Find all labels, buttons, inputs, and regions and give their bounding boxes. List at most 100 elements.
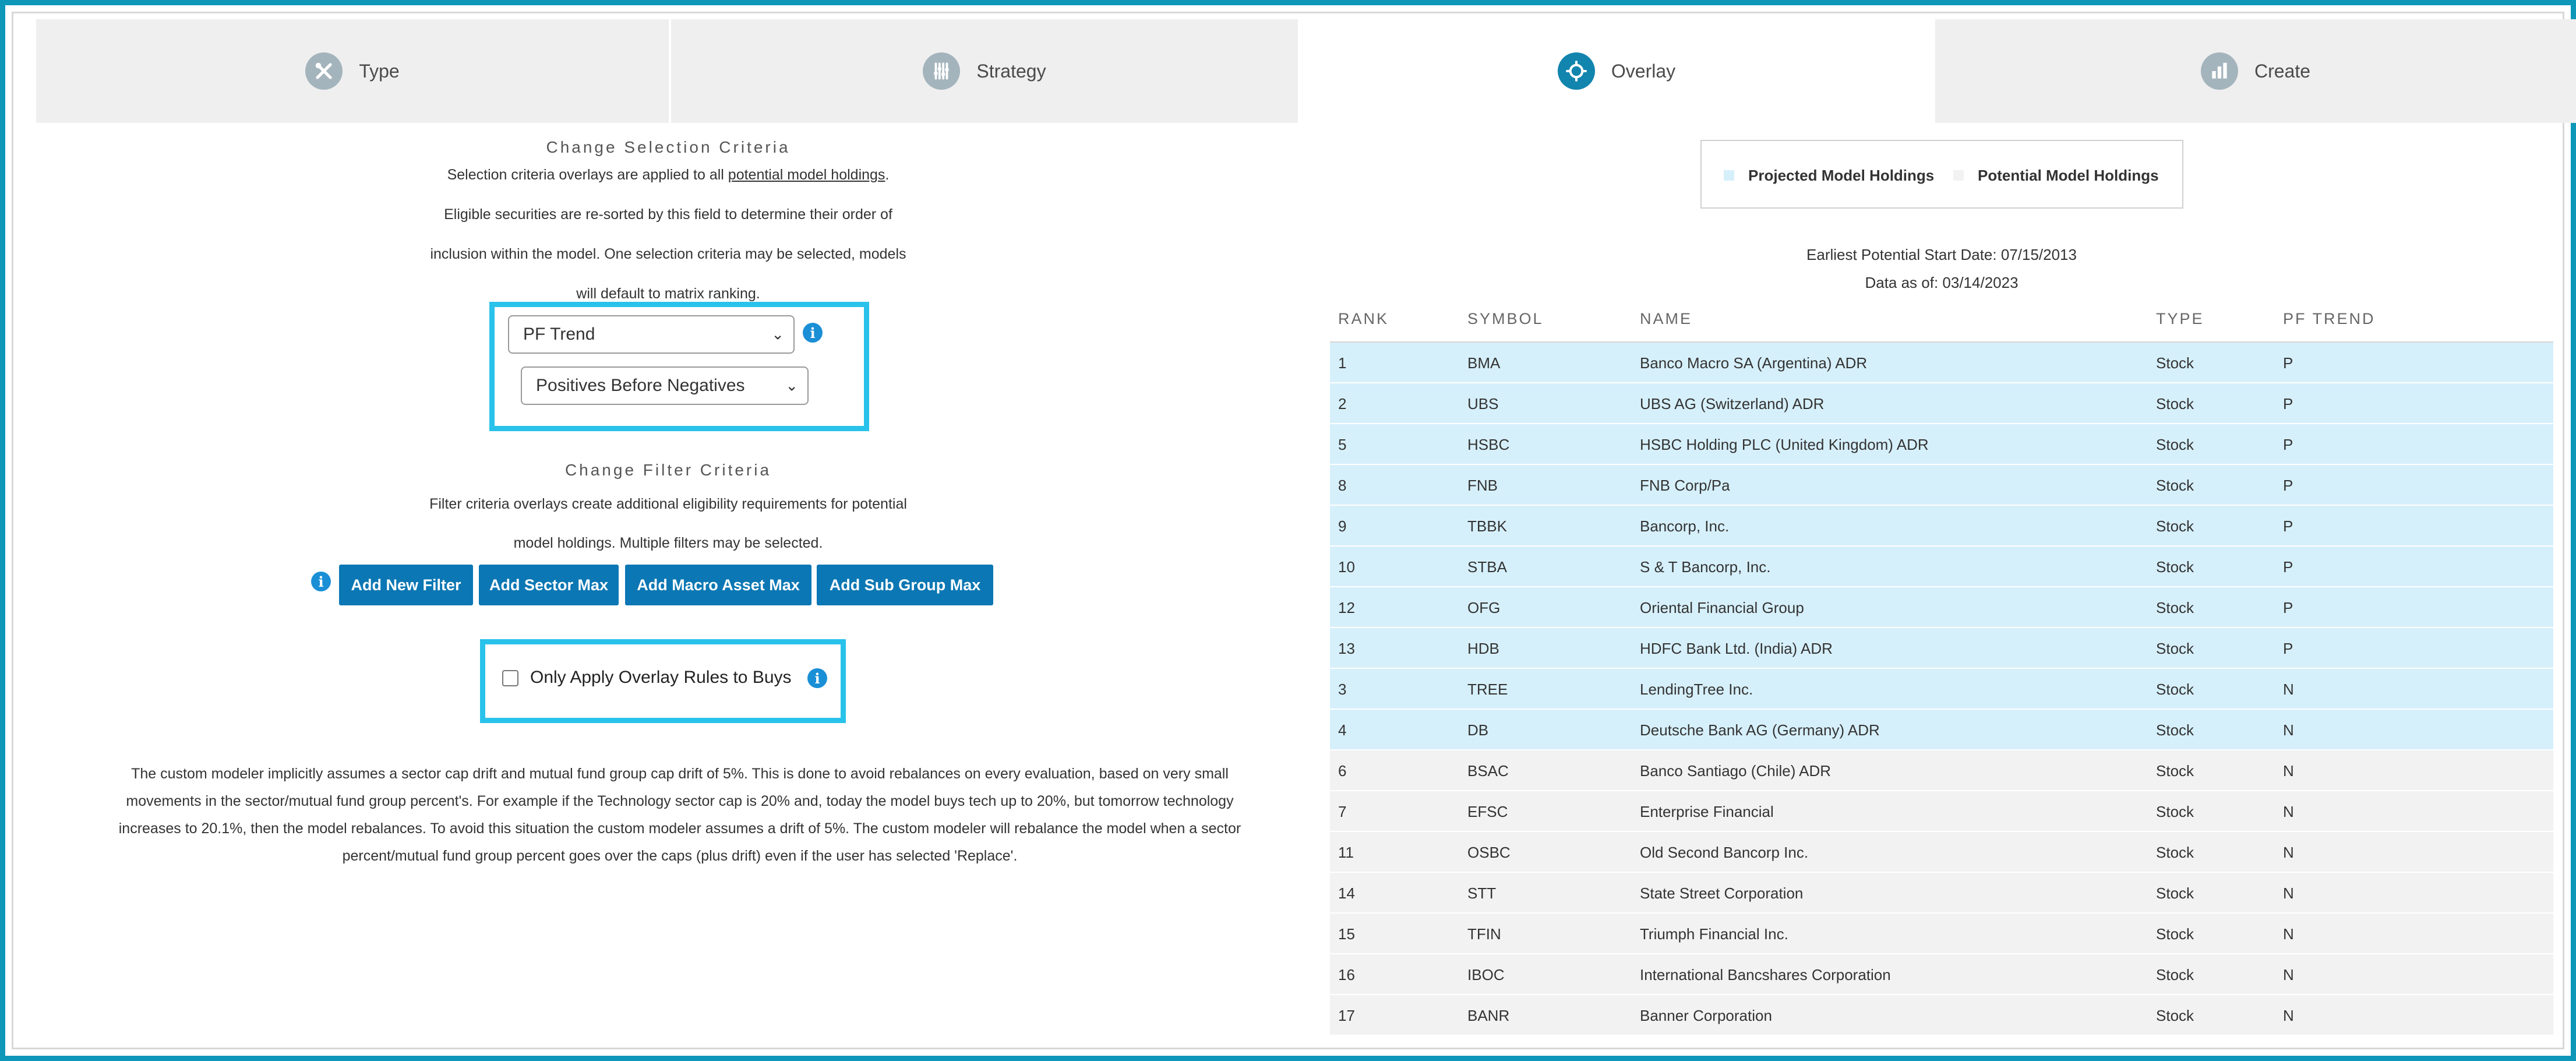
table-row[interactable]: 16 IBOC International Bancshares Corporati… (1330, 954, 2553, 995)
table-row[interactable]: 6 BSAC Banco Santiago (Chile) ADR Stock N (1330, 750, 2553, 791)
cell-symbol: STBA (1467, 558, 1507, 576)
cell-rank: 8 (1338, 477, 1347, 494)
cell-symbol: TFIN (1467, 925, 1501, 943)
chevron-down-icon: ⌄ (771, 325, 784, 343)
info-icon[interactable]: i (807, 668, 827, 688)
table-row[interactable]: 4 DB Deutsche Bank AG (Germany) ADR Stock N (1330, 710, 2553, 750)
filter-criteria-title: Change Filter Criteria (564, 461, 772, 479)
cell-rank: 10 (1338, 558, 1355, 576)
table-row[interactable]: 15 TFIN Triumph Financial Inc. Stock N (1330, 914, 2553, 954)
add-sub-group-max-button[interactable]: Add Sub Group Max (817, 565, 993, 605)
col-pf-trend[interactable]: PF TREND (2283, 310, 2376, 328)
add-new-filter-button[interactable]: Add New Filter (339, 565, 473, 605)
cell-name: State Street Corporation (1640, 884, 1804, 902)
col-rank[interactable]: RANK (1338, 310, 1389, 328)
table-row[interactable]: 10 STBA S & T Bancorp, Inc. Stock P (1330, 547, 2553, 587)
selection-criteria-value: PF Trend (523, 325, 595, 344)
table-header: RANK SYMBOL NAME TYPE PF TREND (1330, 297, 2553, 343)
table-row[interactable]: 7 EFSC Enterprise Financial Stock N (1330, 791, 2553, 832)
drift-note-line1: The custom modeler implicitly assumes a … (131, 766, 1229, 782)
col-symbol[interactable]: SYMBOL (1467, 310, 1544, 328)
cell-type: Stock (2156, 395, 2194, 413)
start-date: Earliest Potential Start Date: 07/15/201… (1806, 246, 2077, 263)
table-row[interactable]: 5 HSBC HSBC Holding PLC (United Kingdom) A… (1330, 424, 2553, 465)
cell-name: Deutsche Bank AG (Germany) ADR (1640, 721, 1880, 739)
add-macro-asset-max-button[interactable]: Add Macro Asset Max (625, 565, 811, 605)
table-row[interactable]: 14 STT State Street Corporation Stock N (1330, 873, 2553, 914)
table-row[interactable]: 1 BMA Banco Macro SA (Argentina) ADR Stock P (1330, 343, 2553, 383)
cell-type: Stock (2156, 640, 2194, 657)
table-row[interactable]: 8 FNB FNB Corp/Pa Stock P (1330, 465, 2553, 506)
cell-name: Enterprise Financial (1640, 803, 1774, 820)
cell-pf-trend: P (2283, 395, 2293, 413)
table-row[interactable]: 3 TREE LendingTree Inc. Stock N (1330, 669, 2553, 710)
cell-symbol: HDB (1467, 640, 1499, 657)
cell-pf-trend: P (2283, 354, 2293, 372)
tab-overlay[interactable]: Overlay (1300, 19, 1935, 123)
selection-criteria-dropdown[interactable]: PF Trend ⌄ (508, 315, 795, 354)
tab-type[interactable]: Type (36, 19, 671, 123)
cell-name: FNB Corp/Pa (1640, 477, 1730, 494)
cell-rank: 2 (1338, 395, 1347, 413)
cell-pf-trend: N (2283, 884, 2294, 902)
table-row[interactable]: 12 OFG Oriental Financial Group Stock P (1330, 587, 2553, 628)
table-row[interactable]: 11 OSBC Old Second Bancorp Inc. Stock N (1330, 832, 2553, 873)
cell-pf-trend: N (2283, 1007, 2294, 1024)
wizard-tabs: Type Strategy Overlay Create (36, 19, 2576, 123)
table-row[interactable]: 13 HDB HDFC Bank Ltd. (India) ADR Stock P (1330, 628, 2553, 669)
cell-pf-trend: N (2283, 762, 2294, 780)
cell-type: Stock (2156, 354, 2194, 372)
cell-type: Stock (2156, 762, 2194, 780)
projected-swatch (1724, 170, 1734, 181)
cell-rank: 13 (1338, 640, 1355, 657)
chevron-down-icon: ⌄ (785, 376, 798, 394)
cell-symbol: IBOC (1467, 966, 1505, 984)
cell-symbol: BSAC (1467, 762, 1509, 780)
selection-desc-line3: inclusion within the model. One selectio… (430, 246, 906, 262)
cell-pf-trend: N (2283, 844, 2294, 861)
add-sector-max-button[interactable]: Add Sector Max (479, 565, 619, 605)
cell-symbol: TBBK (1467, 517, 1507, 535)
cell-type: Stock (2156, 925, 2194, 943)
info-icon[interactable]: i (803, 323, 823, 343)
cell-symbol: EFSC (1467, 803, 1508, 820)
cell-type: Stock (2156, 721, 2194, 739)
cell-name: Triumph Financial Inc. (1640, 925, 1788, 943)
cell-name: Banco Santiago (Chile) ADR (1640, 762, 1832, 780)
cell-rank: 15 (1338, 925, 1355, 943)
table-row[interactable]: 9 TBBK Bancorp, Inc. Stock P (1330, 506, 2553, 547)
cell-type: Stock (2156, 599, 2194, 616)
potential-holdings-link[interactable]: potential model holdings (728, 167, 885, 183)
filter-desc-line2: model holdings. Multiple filters may be … (513, 535, 823, 551)
selection-criteria-title: Change Selection Criteria (546, 138, 791, 156)
table-row[interactable]: 17 BANR Banner Corporation Stock N (1330, 995, 2553, 1036)
cell-rank: 16 (1338, 966, 1355, 984)
tab-type-label: Type (359, 60, 400, 82)
cell-name: HSBC Holding PLC (United Kingdom) ADR (1640, 436, 1929, 453)
tab-create-label: Create (2254, 60, 2311, 82)
overlay-icon (1557, 52, 1595, 90)
cell-rank: 11 (1338, 844, 1354, 861)
cell-rank: 17 (1338, 1007, 1355, 1024)
tab-strategy[interactable]: Strategy (671, 19, 1300, 123)
cell-name: Banner Corporation (1640, 1007, 1772, 1024)
potential-legend-label: Potential Model Holdings (1978, 167, 2159, 184)
cell-name: Oriental Financial Group (1640, 599, 1804, 616)
cell-type: Stock (2156, 966, 2194, 984)
selection-desc-line2: Eligible securities are re-sorted by thi… (444, 206, 892, 223)
cell-symbol: DB (1467, 721, 1489, 739)
cell-type: Stock (2156, 884, 2194, 902)
col-type[interactable]: TYPE (2156, 310, 2204, 328)
info-icon[interactable]: i (311, 572, 331, 591)
cell-pf-trend: N (2283, 925, 2294, 943)
col-name[interactable]: NAME (1640, 310, 1692, 328)
selection-desc-text: Selection criteria overlays are applied … (447, 167, 728, 183)
cell-pf-trend: P (2283, 558, 2293, 576)
tab-create[interactable]: Create (1935, 19, 2576, 123)
projected-legend-label: Projected Model Holdings (1748, 167, 1935, 184)
table-row[interactable]: 2 UBS UBS AG (Switzerland) ADR Stock P (1330, 383, 2553, 424)
sort-order-dropdown[interactable]: Positives Before Negatives ⌄ (521, 366, 809, 405)
overlay-buys-checkbox[interactable] (502, 670, 518, 686)
cell-pf-trend: P (2283, 517, 2293, 535)
cell-symbol: FNB (1467, 477, 1498, 494)
